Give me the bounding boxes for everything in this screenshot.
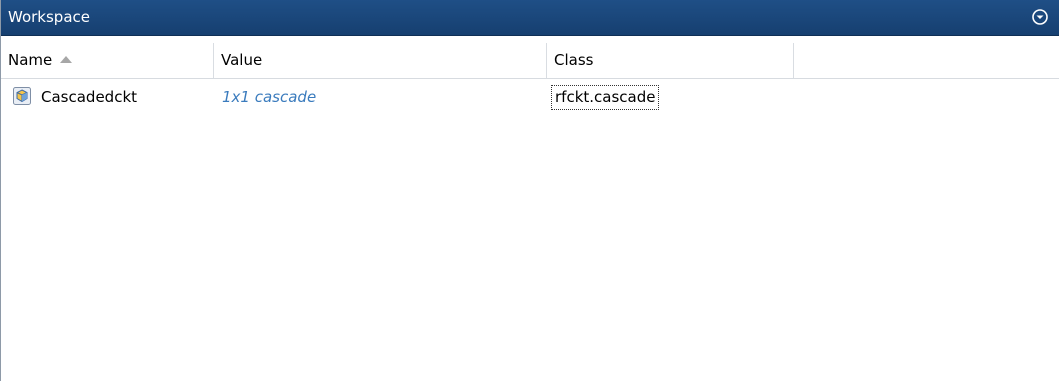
table-header: Name Value Class <box>1 43 1059 79</box>
row-class: rfckt.cascade <box>551 85 660 110</box>
row-value[interactable]: 1x1 cascade <box>222 83 316 111</box>
column-header-value-label: Value <box>221 51 263 69</box>
column-header-class[interactable]: Class <box>547 43 794 78</box>
row-name: Cascadedckt <box>41 88 138 106</box>
column-header-value[interactable]: Value <box>214 43 547 78</box>
dropdown-circle-icon[interactable] <box>1031 8 1049 26</box>
column-header-name-label: Name <box>8 51 53 69</box>
column-header-empty[interactable] <box>794 43 1059 78</box>
panel-title: Workspace <box>8 8 90 26</box>
column-header-name[interactable]: Name <box>1 43 214 78</box>
table-row[interactable]: Cascadedckt 1x1 cascade rfckt.cascade <box>1 83 1059 111</box>
workspace-panel: Workspace Name Value Class Cascadedckt 1… <box>0 0 1059 381</box>
sort-ascending-icon <box>60 41 73 76</box>
object-variable-icon <box>13 87 31 105</box>
column-header-class-label: Class <box>554 51 594 69</box>
panel-titlebar: Workspace <box>1 0 1059 36</box>
